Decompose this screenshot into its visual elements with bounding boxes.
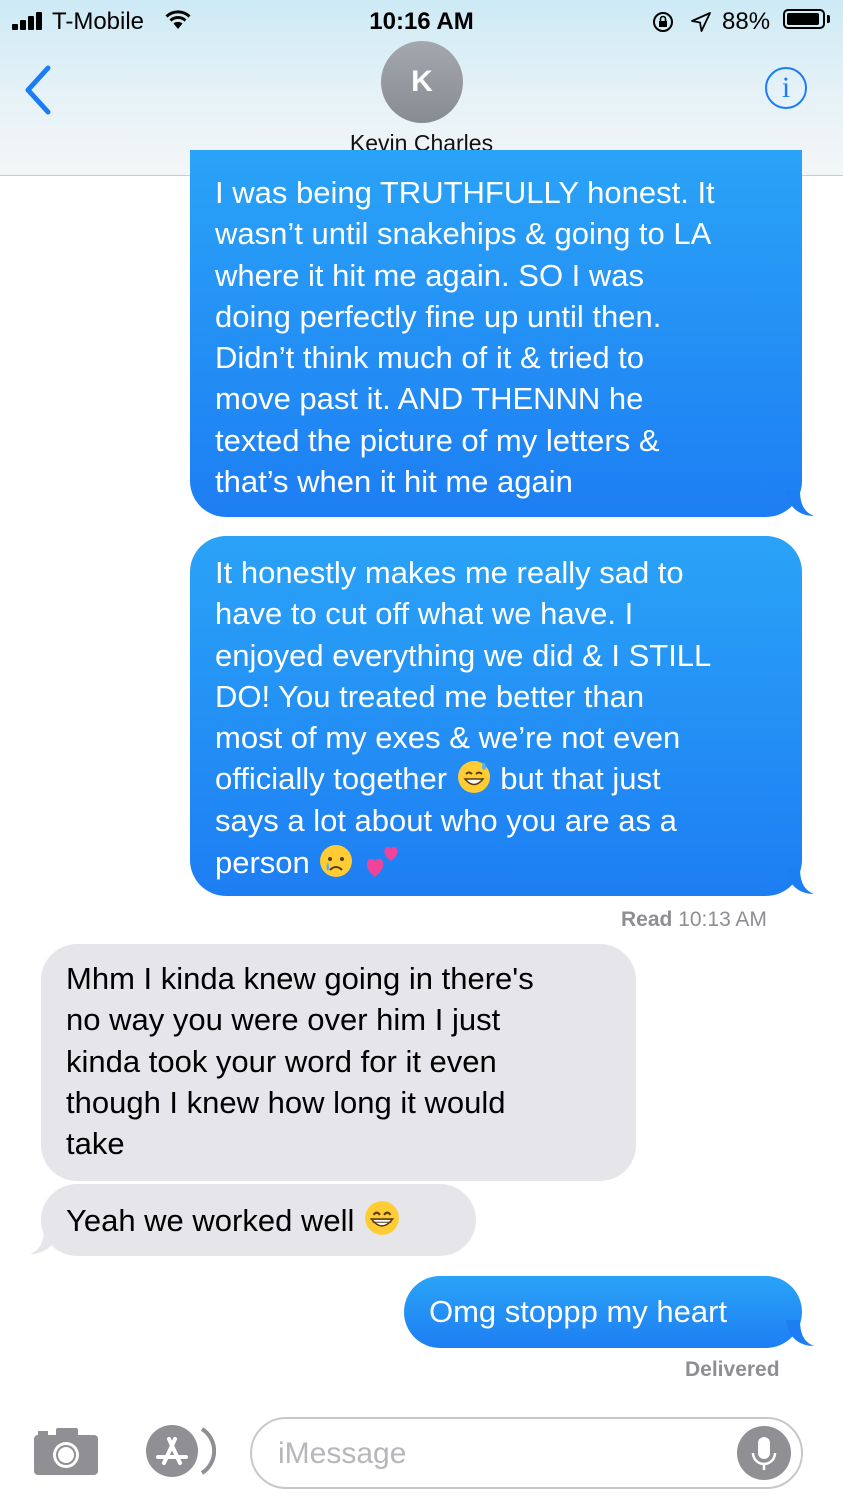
rotation-lock-icon [653, 12, 673, 32]
back-chevron-icon[interactable] [16, 62, 60, 118]
sweat-smile-emoji [457, 761, 490, 794]
app-store-icon[interactable] [142, 1423, 216, 1479]
status-time: 10:16 AM [369, 8, 474, 35]
delivered-receipt: Delivered [685, 1358, 780, 1381]
bubble-tail [30, 1228, 58, 1254]
battery-tip [827, 15, 830, 23]
camera-icon[interactable] [32, 1425, 100, 1477]
sent-message-bubble[interactable]: Omg stoppp my heart [404, 1276, 802, 1348]
status-bar: T-Mobile 10:16 AM 88% [0, 0, 843, 44]
info-icon[interactable]: i [765, 67, 807, 109]
bubble-tail [786, 490, 814, 516]
input-placeholder: iMessage [278, 1437, 407, 1470]
microphone-icon[interactable] [737, 1426, 791, 1480]
received-message-bubble[interactable]: Yeah we worked well [41, 1184, 476, 1256]
grinning-emoji [365, 1201, 399, 1235]
sent-message-bubble[interactable]: I was being TRUTHFULLY honest. It wasn’t… [190, 150, 802, 517]
battery-icon [783, 9, 825, 29]
battery-percentage: 88% [722, 8, 771, 35]
sent-message-bubble[interactable]: It honestly makes me really sad to have … [190, 536, 802, 896]
received-message-bubble[interactable]: Mhm I kinda knew going in there's no way… [41, 944, 636, 1181]
contact-avatar[interactable]: K [381, 41, 463, 123]
imessage-input[interactable]: iMessage [250, 1417, 803, 1489]
two-hearts-emoji [366, 846, 398, 878]
bubble-tail [786, 868, 814, 894]
crying-emoji [320, 845, 353, 878]
location-arrow-icon [691, 12, 711, 32]
message-text: Yeah we worked well [66, 1203, 355, 1238]
bubble-tail [786, 1320, 814, 1346]
read-receipt: Read 10:13 AM [621, 908, 767, 931]
